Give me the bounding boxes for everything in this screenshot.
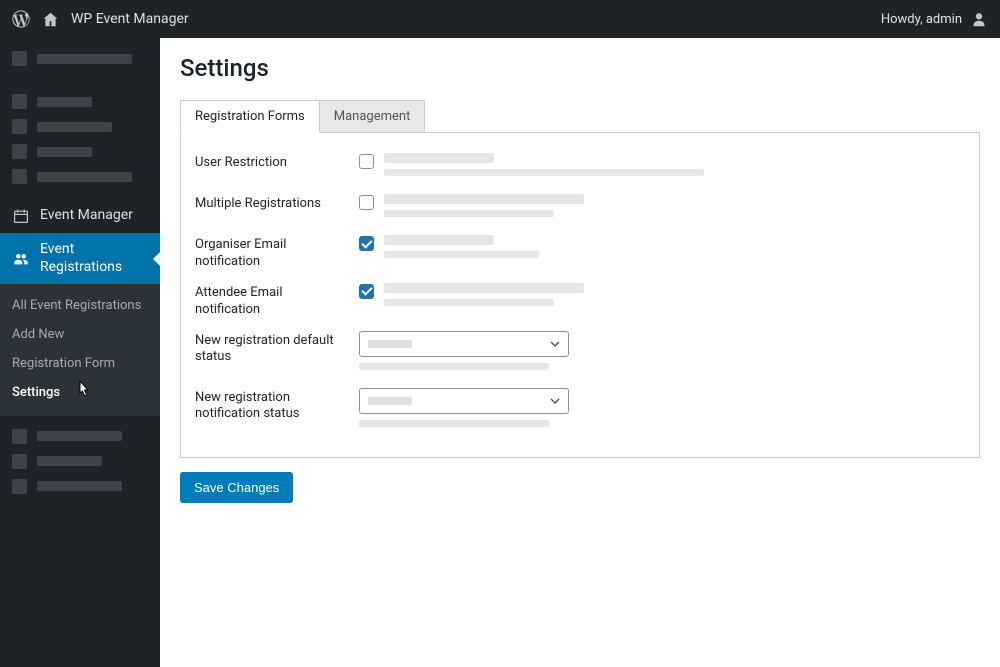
topbar-left: WP Event Manager (12, 10, 189, 28)
description-placeholder (384, 194, 965, 223)
row-notification-status: New registration notification status (181, 382, 979, 439)
checkbox-user-restriction[interactable] (359, 154, 374, 169)
main-content: Settings Registration Forms Management U… (160, 38, 1000, 667)
menu-placeholder[interactable] (0, 139, 160, 164)
page-title: Settings (180, 54, 980, 82)
submenu-event-registrations: All Event Registrations Add New Registra… (0, 284, 160, 416)
select-default-status[interactable] (359, 331, 569, 357)
select-notification-status[interactable] (359, 388, 569, 414)
menu-placeholder[interactable] (0, 114, 160, 139)
home-icon[interactable] (42, 11, 59, 28)
save-button[interactable]: Save Changes (180, 472, 293, 503)
menu-placeholder[interactable] (0, 89, 160, 114)
tab-management[interactable]: Management (320, 100, 426, 133)
description-placeholder (384, 283, 965, 312)
menu-group-3 (0, 416, 160, 509)
submenu-settings[interactable]: Settings (0, 379, 160, 408)
menu-placeholder[interactable] (0, 449, 160, 474)
label-user-restriction: User Restriction (195, 153, 347, 172)
checkbox-organiser-email[interactable] (359, 236, 374, 251)
menu-placeholder[interactable] (0, 424, 160, 449)
label-default-status: New registration default status (195, 331, 347, 367)
row-attendee-email: Attendee Email notification (181, 277, 979, 325)
row-organiser-email: Organiser Email notification (181, 229, 979, 277)
user-icon (970, 10, 988, 28)
admin-sidebar: Event Manager Event Registrations All Ev… (0, 38, 160, 667)
description-placeholder (384, 235, 965, 264)
row-multiple-registrations: Multiple Registrations (181, 188, 979, 229)
chevron-down-icon (550, 339, 560, 349)
menu-group-2 (0, 81, 160, 199)
row-user-restriction: User Restriction (181, 147, 979, 188)
menu-placeholder[interactable] (0, 164, 160, 189)
menu-group-1 (0, 38, 160, 81)
settings-panel: User Restriction Multiple Registrations (180, 133, 980, 458)
description-placeholder (384, 153, 965, 182)
chevron-down-icon (550, 396, 560, 406)
sidebar-item-event-manager[interactable]: Event Manager (0, 199, 160, 233)
tab-registration-forms[interactable]: Registration Forms (180, 100, 320, 133)
submenu-registration-form[interactable]: Registration Form (0, 350, 160, 379)
submenu-all[interactable]: All Event Registrations (0, 292, 160, 321)
wordpress-icon[interactable] (12, 10, 30, 28)
row-default-status: New registration default status (181, 325, 979, 382)
users-icon (12, 250, 30, 268)
calendar-icon (12, 207, 30, 225)
description-placeholder (359, 420, 549, 427)
select-value-placeholder (368, 397, 412, 405)
menu-placeholder[interactable] (0, 46, 160, 71)
checkbox-attendee-email[interactable] (359, 284, 374, 299)
description-placeholder (359, 363, 549, 370)
site-title[interactable]: WP Event Manager (71, 11, 189, 27)
submenu-add-new[interactable]: Add New (0, 321, 160, 350)
checkbox-multiple-registrations[interactable] (359, 195, 374, 210)
menu-label: Event Registrations (40, 241, 148, 276)
menu-label: Event Manager (40, 207, 133, 225)
select-value-placeholder (368, 340, 412, 348)
label-notification-status: New registration notification status (195, 388, 347, 424)
settings-tabs: Registration Forms Management (180, 100, 980, 133)
label-multiple-registrations: Multiple Registrations (195, 194, 347, 213)
topbar-right[interactable]: Howdy, admin (881, 10, 988, 28)
label-organiser-email: Organiser Email notification (195, 235, 347, 271)
menu-placeholder[interactable] (0, 474, 160, 499)
greeting-text: Howdy, admin (881, 12, 962, 27)
sidebar-item-event-registrations[interactable]: Event Registrations (0, 233, 160, 284)
label-attendee-email: Attendee Email notification (195, 283, 347, 319)
admin-topbar: WP Event Manager Howdy, admin (0, 0, 1000, 38)
